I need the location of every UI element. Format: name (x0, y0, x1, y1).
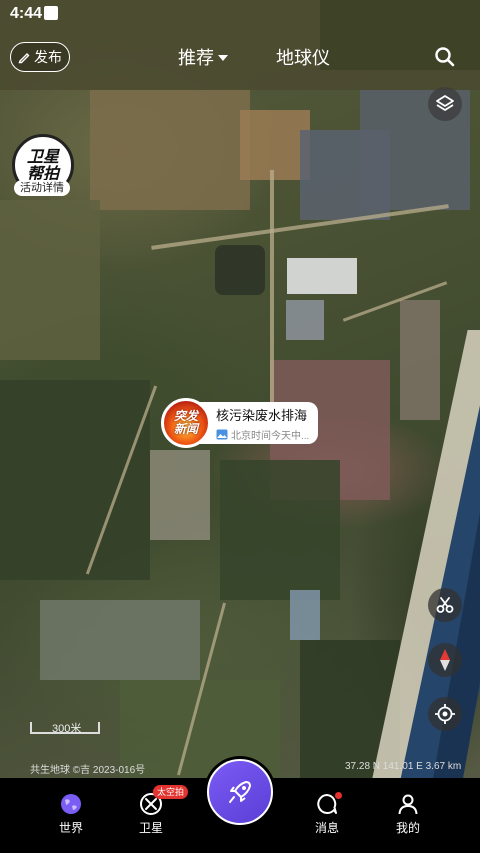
satellite-badge-line1: 卫星 (26, 147, 59, 166)
launch-button[interactable] (204, 756, 276, 828)
news-title: 核污染废水排海 (216, 408, 308, 423)
unread-dot (335, 792, 342, 799)
map-coordinates: 37.28 N 141.01 E 3.67 km (345, 761, 462, 772)
compass-icon (440, 649, 450, 671)
news-subtitle-row: 北京时间今天中... (216, 427, 318, 442)
activity-details-link[interactable]: 活动详情 (14, 180, 70, 196)
chevron-down-icon (218, 55, 228, 61)
nav-satellite-label: 卫星 (138, 821, 163, 835)
layers-icon (436, 95, 454, 111)
globe-icon (61, 794, 81, 814)
nav-world-label: 世界 (58, 821, 83, 835)
nav-profile-label: 我的 (395, 821, 420, 835)
tab-globe[interactable]: 地球仪 (276, 44, 330, 70)
space-shot-badge: 太空拍 (153, 785, 189, 799)
launch-button-inner (207, 759, 273, 825)
map-scale-label: 300米 (52, 723, 82, 735)
tab-globe-label: 地球仪 (276, 48, 330, 68)
edit-icon (18, 52, 30, 63)
search-button[interactable] (432, 44, 458, 70)
nav-world[interactable]: 世界 (41, 792, 101, 836)
scan-button[interactable] (428, 588, 462, 622)
profile-icon (398, 794, 418, 815)
compass-button[interactable] (428, 643, 462, 677)
layers-button[interactable] (428, 87, 462, 121)
publish-label: 发布 (34, 49, 62, 65)
status-time: 4:44 (10, 5, 43, 22)
news-badge-line2: 新闻 (173, 422, 198, 436)
tab-recommend[interactable]: 推荐 (178, 44, 228, 70)
locate-icon (435, 704, 455, 724)
nav-messages[interactable]: 消息 (297, 792, 357, 836)
nav-messages-label: 消息 (314, 821, 339, 835)
map-copyright: 共生地球 ©吉 2023-016号 (30, 765, 146, 776)
publish-button[interactable]: 发布 (10, 42, 70, 72)
status-bar: 4:44 (0, 0, 480, 28)
locate-button[interactable] (428, 697, 462, 731)
tab-recommend-label: 推荐 (178, 48, 214, 68)
rocket-icon (229, 781, 251, 803)
nav-profile[interactable]: 我的 (378, 792, 438, 836)
image-icon (216, 429, 228, 440)
news-subtitle: 北京时间今天中... (231, 431, 310, 442)
breaking-news-badge[interactable]: 突发 新闻 (161, 398, 211, 448)
notification-icon (44, 6, 58, 20)
search-icon (435, 47, 455, 67)
scissors-icon (436, 597, 454, 613)
satellite-map[interactable] (0, 0, 480, 778)
